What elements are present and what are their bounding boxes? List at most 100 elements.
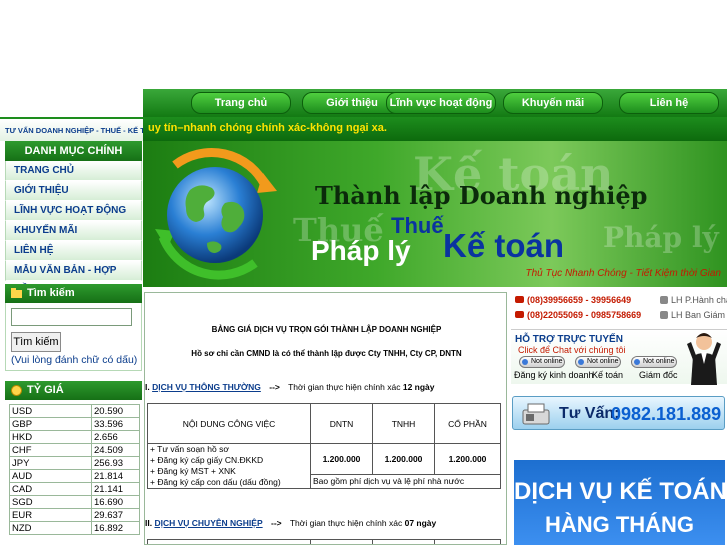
rate-row: JPY 256.93 — [9, 456, 140, 470]
hotline-label-wrap: LH P.Hành chánh — [660, 295, 727, 305]
support-agent-label: Giám đốc — [639, 370, 678, 380]
folder-icon — [11, 288, 22, 298]
currency-rate: 24.509 — [91, 443, 140, 457]
table-cell — [147, 539, 311, 544]
service-item: + Đăng ký cấp giấy CN.ĐKKD — [150, 455, 264, 465]
support-agent-label: Kế toán — [592, 370, 624, 380]
hotline-label-wrap: LH Ban Giám Đốc — [660, 310, 727, 320]
chat-status-badge[interactable]: Not online — [575, 356, 621, 368]
hero-banner: Kế toán Thuế Pháp lý Thành lập Doanh ngh… — [143, 141, 727, 287]
menu-item-home[interactable]: TRANG CHỦ — [5, 161, 142, 181]
consult-hotline-box[interactable]: Tư Vấn: 0982.181.889 — [512, 396, 725, 430]
section-time-label: Thời gian thực hiện chính xác — [288, 382, 401, 392]
chat-status-badge[interactable]: Not online — [519, 356, 565, 368]
ad-line: DỊCH VỤ KẾ TOÁN — [514, 478, 725, 505]
right-sidebar: (08)39956659 - 39956649 LH P.Hành chánh … — [511, 292, 727, 545]
accounting-ad-banner[interactable]: DỊCH VỤ KẾ TOÁN HÀNG THÁNG — [514, 460, 725, 545]
service-item: + Đăng ký MST + XNK — [150, 466, 236, 476]
hotline-number[interactable]: (08)22055069 - 0985758669 — [527, 310, 641, 320]
currency-rate: 20.590 — [91, 404, 140, 418]
hotline-number[interactable]: (08)39956659 - 39956649 — [527, 295, 631, 305]
search-title: Tìm kiếm — [27, 287, 75, 299]
currency-code: SGD — [9, 495, 92, 509]
search-header: Tìm kiếm — [5, 284, 142, 303]
site-tagline-strip: TƯ VẤN DOANH NGHIỆP - THUẾ - KẾ TOÁN — [0, 117, 143, 141]
nav-contact[interactable]: Liên hệ — [619, 92, 719, 114]
marquee-text: uy tín–nhanh chóng chính xác-không ngại … — [148, 122, 387, 134]
chat-status-badge[interactable]: Not online — [631, 356, 677, 368]
price-list-title: BẢNG GIÁ DỊCH VỤ TRỌN GÓI THÀNH LẬP DOAN… — [211, 325, 442, 334]
table-cell — [310, 539, 373, 544]
consult-number[interactable]: 0982.181.889 — [611, 404, 721, 425]
marquee-bar: uy tín–nhanh chóng chính xác-không ngại … — [143, 117, 727, 141]
currency-rate: 256.93 — [91, 456, 140, 470]
section-arrow: --> — [271, 518, 282, 528]
site-tagline: TƯ VẤN DOANH NGHIỆP - THUẾ - KẾ TOÁN — [5, 126, 143, 135]
rate-row: CAD 21.141 — [9, 482, 140, 496]
rate-row: EUR 29.637 — [9, 508, 140, 522]
main-menu: DANH MỤC CHÍNH TRANG CHỦ GIỚI THIỆU LĨNH… — [5, 141, 142, 295]
hotline-label: LH Ban Giám Đốc — [671, 310, 727, 320]
coin-icon — [11, 385, 22, 396]
search-body: Tìm kiếm (Vui lòng đánh chữ có dấu) — [5, 303, 142, 371]
menu-item-services[interactable]: LĨNH VỰC HOẠT ĐỘNG — [5, 201, 142, 221]
section-professional-link[interactable]: DỊCH VỤ CHUYÊN NGHIỆP — [154, 518, 262, 528]
phone-icon — [515, 311, 524, 318]
price-table: NỘI DUNG CÔNG VIỆC DNTN TNHH CỔ PHẦN + T… — [147, 403, 501, 490]
section-time-value: 07 ngày — [404, 518, 437, 528]
currency-code: NZD — [9, 521, 92, 535]
hotline-row: (08)22055069 - 0985758669 LH Ban Giám Đố… — [515, 310, 727, 320]
currency-rate: 21.141 — [91, 482, 140, 496]
price-cell: 1.200.000 — [310, 443, 373, 475]
nav-services[interactable]: Lĩnh vực hoạt động — [386, 92, 496, 114]
currency-rate: 21.814 — [91, 469, 140, 483]
search-button[interactable]: Tìm kiếm — [11, 332, 61, 352]
search-panel: Tìm kiếm Tìm kiếm (Vui lòng đánh chữ có … — [5, 284, 142, 371]
fax-icon — [522, 403, 550, 425]
support-title: HỖ TRỢ TRỰC TUYẾN — [515, 334, 623, 345]
table-header: CỔ PHẦN — [434, 403, 501, 444]
service-item: + Đăng ký cấp con dấu (dấu đồng) — [150, 477, 281, 487]
support-agent-icon — [687, 333, 721, 385]
rate-row: NZD 16.892 — [9, 521, 140, 535]
search-input[interactable] — [11, 308, 132, 326]
section-standard-link[interactable]: DỊCH VỤ THÔNG THƯỜNG — [152, 382, 261, 392]
section-time-label: Thời gian thực hiện chính xác — [289, 518, 403, 528]
ad-line: HÀNG THÁNG — [544, 512, 695, 537]
menu-item-about[interactable]: GIỚI THIỆU — [5, 181, 142, 201]
currency-code: HKD — [9, 430, 92, 444]
currency-rate: 2.656 — [91, 430, 140, 444]
menu-item-contact[interactable]: LIÊN HỆ — [5, 241, 142, 261]
price-note: Bao gồm phí dịch vụ và lệ phí nhà nước — [310, 473, 501, 490]
main-content: BẢNG GIÁ DỊCH VỤ TRỌN GÓI THÀNH LẬP DOAN… — [144, 292, 507, 545]
nav-home[interactable]: Trang chủ — [191, 92, 291, 114]
rate-row: USD 20.590 — [9, 404, 140, 418]
person-icon — [660, 296, 668, 304]
table-cell — [372, 539, 435, 544]
banner-slogan: Thủ Tục Nhanh Chóng - Tiết Kiệm thời Gia… — [525, 268, 722, 279]
service-item: + Tư vấn soạn hồ sơ — [150, 444, 229, 454]
table-cell — [434, 539, 501, 544]
section-professional-service: II. DỊCH VỤ CHUYÊN NGHIỆP --> Thời gian … — [145, 518, 436, 528]
rate-row: SGD 16.690 — [9, 495, 140, 509]
section-number: I. — [145, 382, 150, 392]
currency-rate: 29.637 — [91, 508, 140, 522]
banner-legal: Pháp lý — [311, 235, 411, 266]
search-hint: (Vui lòng đánh chữ có dấu) — [11, 354, 138, 366]
currency-code: GBP — [9, 417, 92, 431]
menu-item-promotions[interactable]: KHUYẾN MÃI — [5, 221, 142, 241]
currency-code: AUD — [9, 469, 92, 483]
price-cell: 1.200.000 — [372, 443, 435, 475]
phone-icon — [515, 296, 524, 303]
menu-item-templates[interactable]: MẪU VĂN BẢN - HỢP ĐỒNG — [5, 261, 142, 295]
support-agent-label: Đăng ký kinh doanh — [514, 370, 594, 380]
section-time-value: 12 ngày — [402, 382, 435, 392]
section-number: II. — [145, 518, 153, 528]
exchange-rates-panel: TỶ GIÁ USD 20.590 GBP 33.596 HKD 2.656 CHF 24.5… — [5, 381, 142, 535]
rates-title: TỶ GIÁ — [27, 384, 64, 396]
currency-code: USD — [9, 404, 92, 418]
rate-row: HKD 2.656 — [9, 430, 140, 444]
nav-promotions[interactable]: Khuyến mãi — [503, 92, 603, 114]
menu-title: DANH MỤC CHÍNH — [5, 141, 142, 161]
hotline-row: (08)39956659 - 39956649 LH P.Hành chánh — [515, 295, 727, 305]
